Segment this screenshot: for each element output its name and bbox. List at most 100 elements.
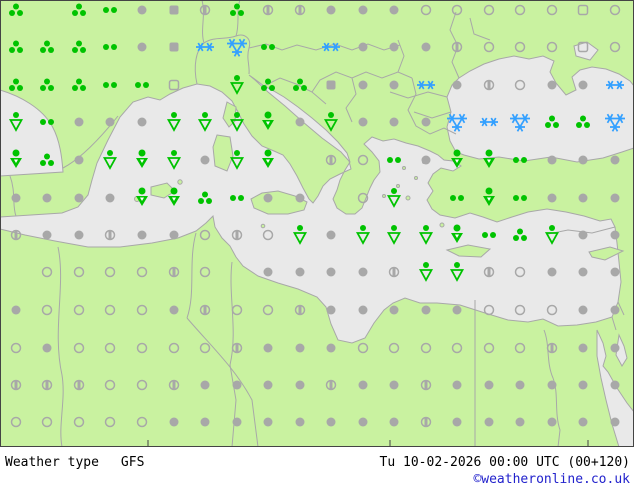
caption-left: Weather type GFS	[5, 455, 144, 470]
weather-symbol-cloudy	[263, 380, 273, 390]
weather-symbol-cloudy	[610, 305, 620, 315]
weather-symbol-cloudy	[578, 80, 588, 90]
weather-symbol-cloudy	[358, 80, 368, 90]
weather-symbol-cloudy	[42, 343, 52, 353]
weather-symbol-cloudy	[232, 380, 242, 390]
weather-symbol-cloudy	[358, 5, 368, 15]
weather-symbol-cloudy	[74, 155, 84, 165]
weather-symbol-cloudy	[578, 305, 588, 315]
weather-symbol-cloudy	[610, 267, 620, 277]
weather-symbol-cloudy	[326, 230, 336, 240]
weather-symbol-cloudy	[452, 80, 462, 90]
weather-symbol-cloudy	[295, 380, 305, 390]
weather-symbol-cloudy	[295, 343, 305, 353]
weather-symbol-cloudy	[358, 380, 368, 390]
caption-bar: Weather type GFS Tu 10-02-2026 00:00 UTC …	[0, 447, 634, 490]
weather-symbol-cloudy	[389, 5, 399, 15]
island-malta	[260, 223, 266, 229]
weather-symbol-cloudy	[295, 417, 305, 427]
map-canvas	[0, 0, 634, 447]
model-label: GFS	[120, 455, 145, 470]
weather-symbol-cloudy	[74, 193, 84, 203]
weather-symbol-cloudy	[610, 230, 620, 240]
weather-symbol-cloudy	[137, 117, 147, 127]
weather-symbol-cloudy	[389, 80, 399, 90]
weather-symbol-cloudy	[263, 267, 273, 277]
weather-symbol-cloudy	[326, 417, 336, 427]
weather-symbol-cloudy	[421, 155, 431, 165]
weather-symbol-cloudy	[263, 343, 273, 353]
weather-symbol-cloudy	[547, 80, 557, 90]
weather-symbol-cloudy	[326, 305, 336, 315]
weather-symbol-cloudy	[421, 42, 431, 52]
timestamp-label: Tu 10-02-2026 00:00 UTC (00+120)	[379, 455, 630, 470]
weather-symbol-cloudy	[389, 305, 399, 315]
weather-map[interactable]	[0, 0, 634, 447]
weather-symbol-cloudy	[389, 380, 399, 390]
weather-symbol-cloudy	[547, 155, 557, 165]
weather-symbol-cloudy	[515, 417, 525, 427]
weather-symbol-cloudy	[105, 117, 115, 127]
weather-symbol-cloudy	[578, 417, 588, 427]
weather-symbol-cloudy	[137, 42, 147, 52]
weather-symbol-cloudy	[547, 267, 557, 277]
weather-type-label: Weather type	[5, 455, 99, 470]
weather-symbol-cloudy	[74, 230, 84, 240]
weather-symbol-cloudy	[42, 230, 52, 240]
copyright-link[interactable]: ©weatheronline.co.uk	[473, 472, 630, 487]
island-rhodes	[439, 222, 445, 228]
weather-symbol-cloudy	[610, 343, 620, 353]
weather-symbol-cloudy	[578, 343, 588, 353]
weather-symbol-cloudy	[295, 193, 305, 203]
weather-symbol-cloudy	[484, 380, 494, 390]
weather-symbol-cloudy	[547, 417, 557, 427]
weather-symbol-cloudy	[105, 193, 115, 203]
weather-symbol-cloudy	[484, 417, 494, 427]
weather-symbol-cloudy	[232, 417, 242, 427]
weather-symbol-cloudy	[610, 380, 620, 390]
weather-symbol-cloudy	[610, 155, 620, 165]
weather-symbol-cloudy	[137, 230, 147, 240]
weather-symbol-cloudy	[515, 380, 525, 390]
weather-symbol-cloudy	[200, 380, 210, 390]
weather-symbol-cloudy	[169, 417, 179, 427]
weather-symbol-cloudy	[547, 193, 557, 203]
weather-symbol-fog	[326, 80, 336, 90]
weather-symbol-cloudy	[295, 117, 305, 127]
weather-symbol-cloudy	[263, 417, 273, 427]
weather-symbol-cloudy	[11, 305, 21, 315]
weather-symbol-cloudy	[452, 305, 462, 315]
weather-symbol-cloudy	[169, 305, 179, 315]
weather-symbol-cloudy	[137, 5, 147, 15]
weather-symbol-cloudy	[389, 117, 399, 127]
weather-symbol-cloudy	[452, 380, 462, 390]
weather-symbol-fog	[169, 5, 179, 15]
weather-symbol-cloudy	[74, 117, 84, 127]
weather-symbol-cloudy	[358, 417, 368, 427]
weather-symbol-cloudy	[610, 417, 620, 427]
weather-symbol-cloudy	[578, 230, 588, 240]
weather-symbol-cloudy	[389, 42, 399, 52]
weather-symbol-cloudy	[421, 305, 431, 315]
weather-symbol-cloudy	[578, 267, 588, 277]
weather-symbol-cloudy	[358, 117, 368, 127]
weather-symbol-cloudy	[169, 230, 179, 240]
weather-symbol-cloudy	[389, 417, 399, 427]
weather-symbol-cloudy	[421, 117, 431, 127]
weather-symbol-cloudy	[578, 380, 588, 390]
weather-symbol-cloudy	[326, 267, 336, 277]
weather-symbol-cloudy	[11, 193, 21, 203]
weather-symbol-cloudy	[452, 417, 462, 427]
weather-symbol-cloudy	[326, 5, 336, 15]
weather-symbol-cloudy	[263, 193, 273, 203]
weather-symbol-cloudy	[295, 267, 305, 277]
weather-symbol-cloudy	[358, 305, 368, 315]
weather-symbol-cloudy	[326, 343, 336, 353]
weather-symbol-cloudy	[578, 155, 588, 165]
weather-symbol-cloudy	[578, 193, 588, 203]
weather-symbol-cloudy	[42, 193, 52, 203]
weather-symbol-cloudy	[200, 417, 210, 427]
weather-symbol-cloudy	[200, 155, 210, 165]
island-menorca	[177, 179, 183, 185]
weather-symbol-cloudy	[610, 193, 620, 203]
